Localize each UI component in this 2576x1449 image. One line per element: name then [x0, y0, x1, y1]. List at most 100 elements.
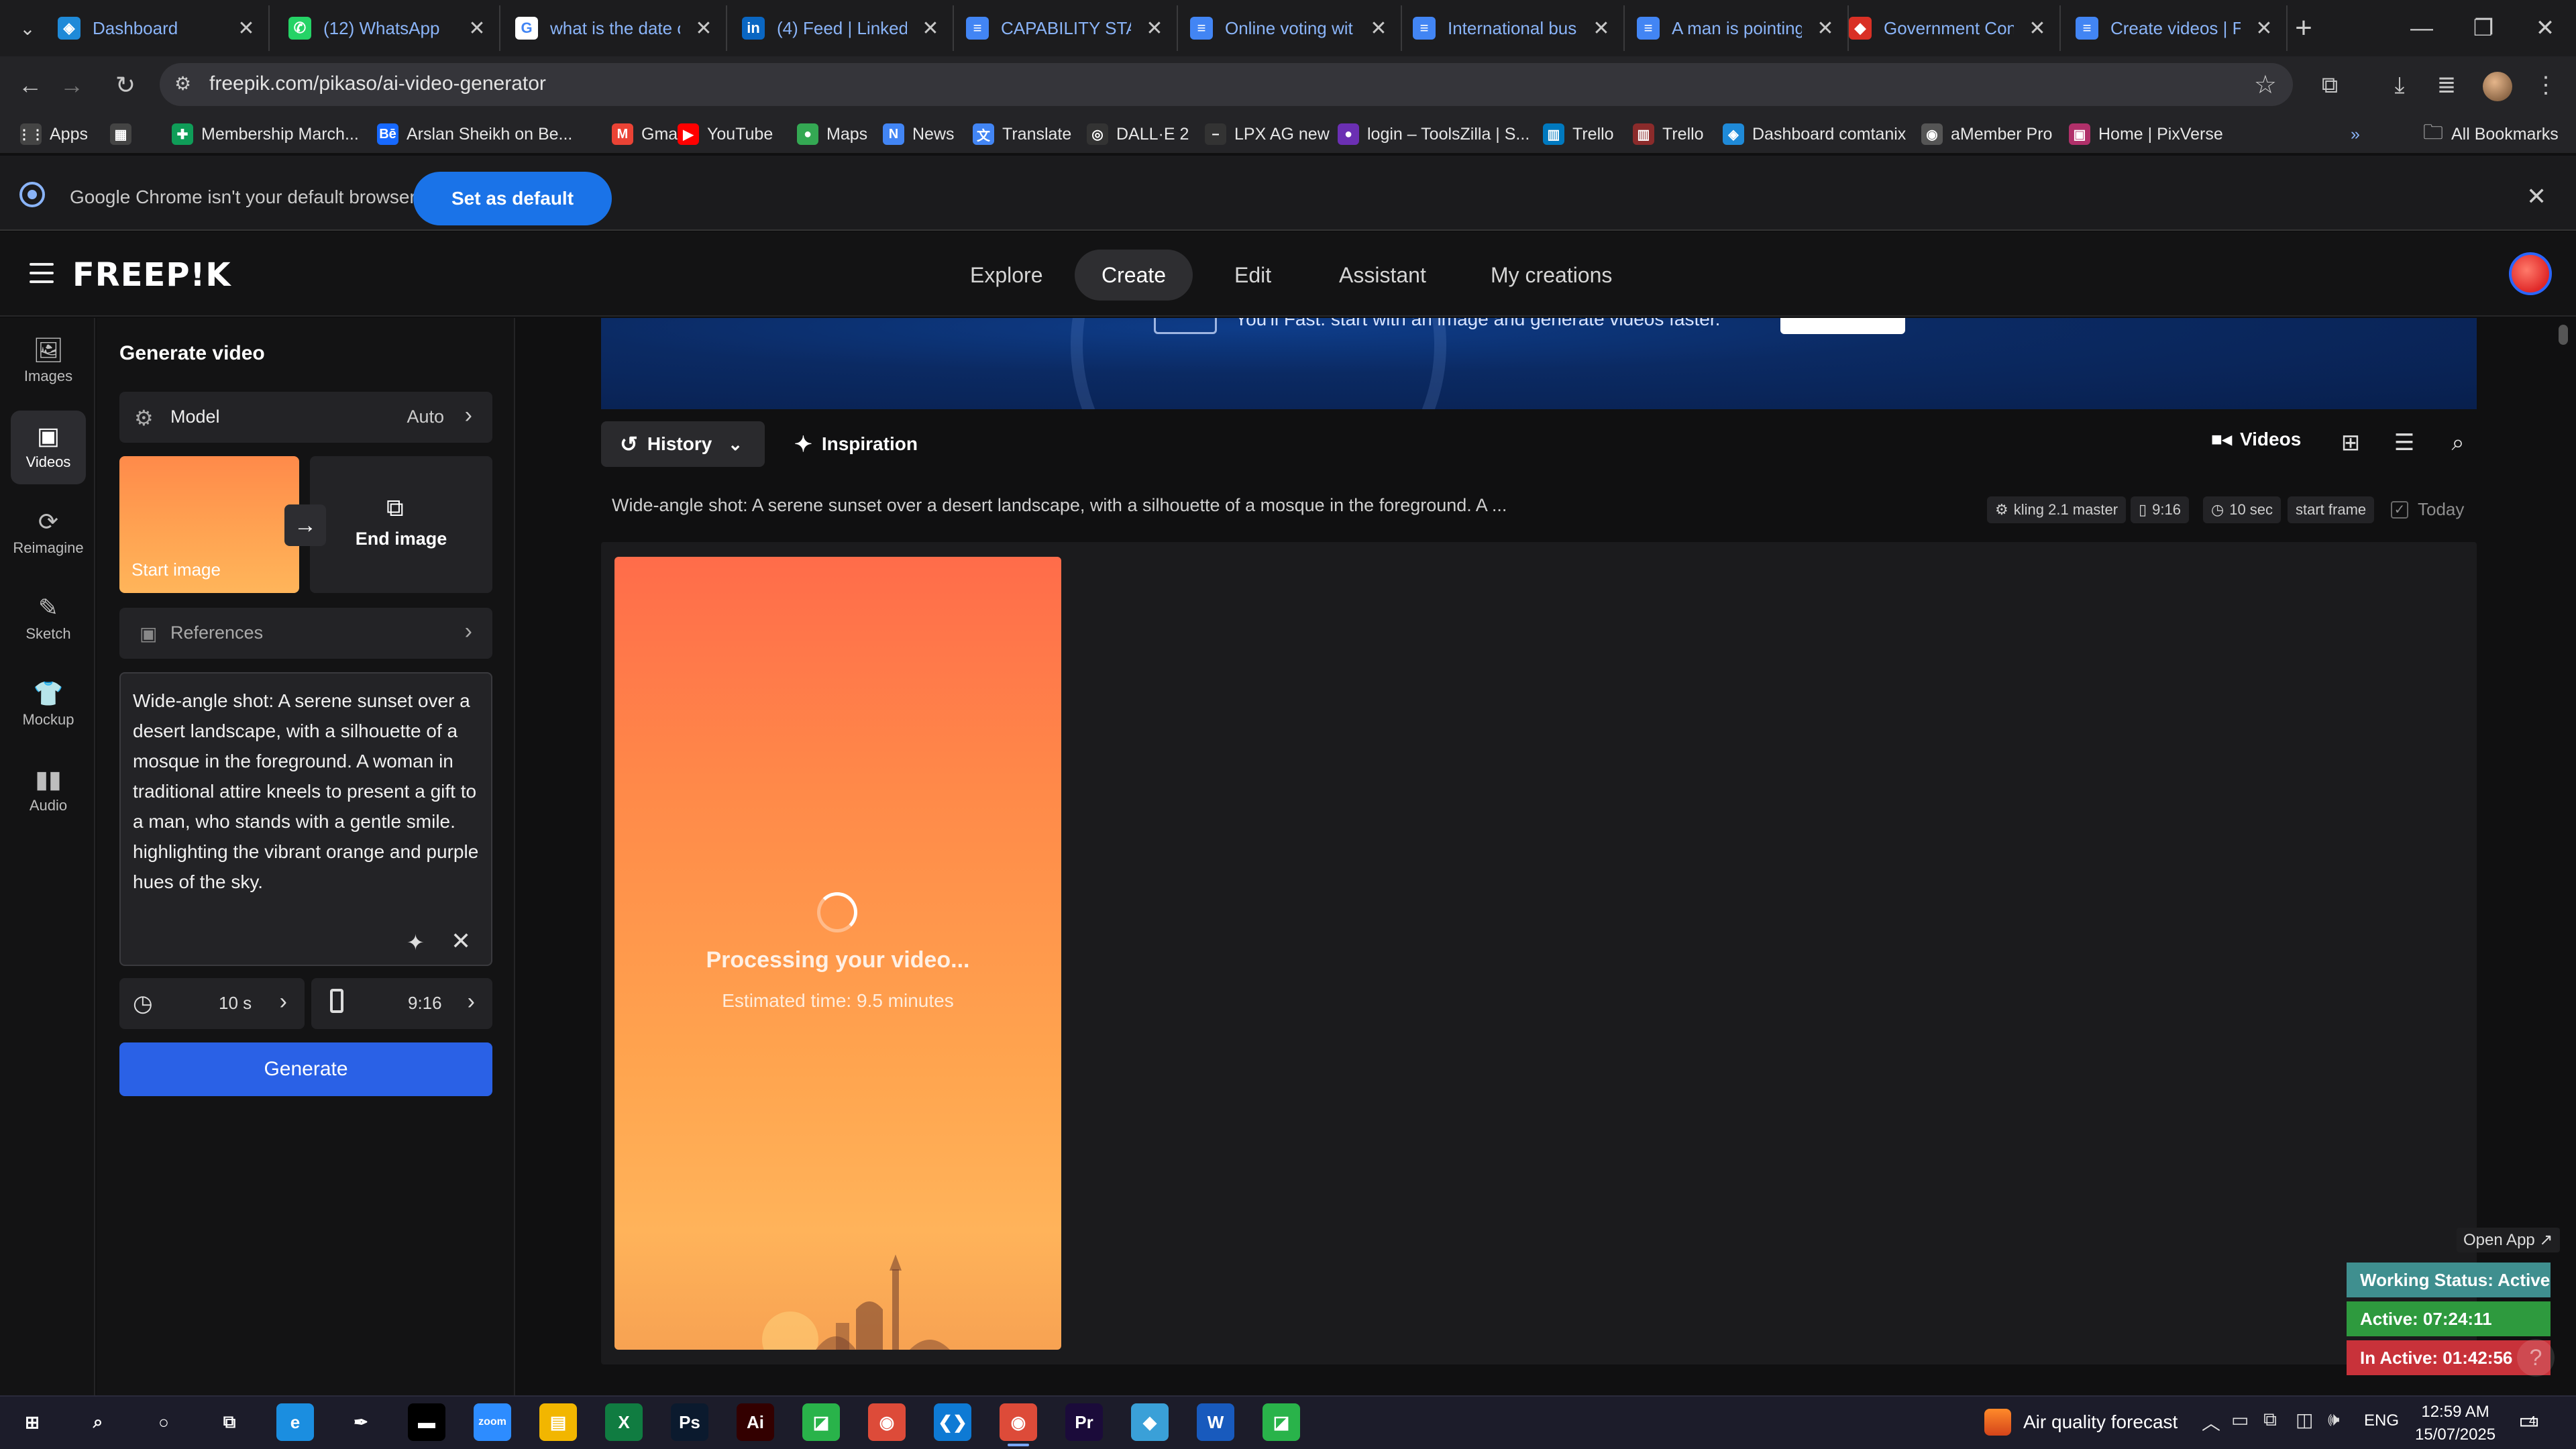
- grid-view-icon[interactable]: ⊞: [2334, 427, 2367, 459]
- bookmark-item[interactable]: M Gmail: [612, 122, 685, 146]
- browser-tab[interactable]: in (4) Feed | LinkedIn ✕: [731, 5, 954, 51]
- close-tab-icon[interactable]: ✕: [235, 17, 258, 40]
- restore-button[interactable]: ❐: [2453, 0, 2514, 56]
- close-tab-icon[interactable]: ✕: [1590, 17, 1613, 40]
- reload-button[interactable]: ↻: [109, 68, 142, 102]
- prompt-textarea[interactable]: Wide-angle shot: A serene sunset over a …: [119, 672, 492, 966]
- bookmark-item[interactable]: ✚ Membership March...: [172, 122, 359, 146]
- nav-my-creations[interactable]: My creations: [1464, 250, 1639, 301]
- close-tab-icon[interactable]: ✕: [692, 17, 715, 40]
- bookmarks-overflow-icon[interactable]: »: [2351, 122, 2360, 146]
- profile-avatar[interactable]: [2481, 68, 2514, 102]
- bookmark-item[interactable]: ● login – ToolsZilla | S...: [1338, 122, 1529, 146]
- open-app-link[interactable]: Open App ↗: [2457, 1228, 2560, 1252]
- bookmark-item[interactable]: ▶ YouTube: [678, 122, 773, 146]
- inspiration-tab[interactable]: ✦ Inspiration: [794, 421, 918, 467]
- browser-tab[interactable]: ◈ Dashboard ✕: [47, 5, 270, 51]
- close-tab-icon[interactable]: ✕: [1367, 17, 1390, 40]
- forward-button[interactable]: →: [55, 68, 89, 102]
- close-tab-icon[interactable]: ✕: [1143, 17, 1166, 40]
- chrome-active-taskbar-icon[interactable]: ◉: [1000, 1403, 1037, 1446]
- bookmark-item[interactable]: ▥ Trello: [1633, 122, 1704, 146]
- vscode-taskbar-icon[interactable]: ❮❯: [934, 1403, 971, 1441]
- close-tab-icon[interactable]: ✕: [2253, 17, 2275, 40]
- tray-overflow-icon[interactable]: ︿: [2202, 1409, 2220, 1436]
- site-info-icon[interactable]: ⚙: [174, 72, 199, 97]
- close-tab-icon[interactable]: ✕: [2026, 17, 2049, 40]
- hamburger-menu-icon[interactable]: [30, 263, 54, 284]
- clock[interactable]: 12:59 AM 15/07/2025: [2415, 1401, 2496, 1446]
- close-tab-icon[interactable]: ✕: [1814, 17, 1837, 40]
- bookmark-item[interactable]: ● Maps: [797, 122, 867, 146]
- nav-assistant[interactable]: Assistant: [1312, 250, 1453, 301]
- set-as-default-button[interactable]: Set as default: [413, 172, 612, 225]
- rail-item-mockup[interactable]: 👕 Mockup: [11, 668, 86, 742]
- edge-taskbar-icon[interactable]: e: [276, 1403, 314, 1441]
- all-bookmarks[interactable]: 🗀 All Bookmarks: [2423, 121, 2559, 146]
- tab-search-dropdown-icon[interactable]: ⌄: [9, 12, 46, 44]
- task-view-taskbar-icon[interactable]: ⧉: [211, 1403, 248, 1441]
- rail-item-sketch[interactable]: ✎ Sketch: [11, 582, 86, 656]
- excel-taskbar-icon[interactable]: X: [605, 1403, 643, 1441]
- scrollbar-thumb[interactable]: [2559, 325, 2568, 345]
- infobar-close-icon[interactable]: ✕: [2526, 182, 2546, 211]
- chrome-taskbar-icon[interactable]: ◉: [868, 1403, 906, 1441]
- photoshop-taskbar-icon[interactable]: Ps: [671, 1403, 708, 1441]
- search-taskbar-icon[interactable]: ⌕: [79, 1403, 117, 1441]
- filter-sliders-icon[interactable]: ☰: [2388, 427, 2420, 459]
- browser-tab[interactable]: ≡ A man is pointing ✕: [1626, 5, 1849, 51]
- meet-now-icon[interactable]: ▭: [2231, 1409, 2249, 1431]
- search-icon[interactable]: ⌕: [2442, 427, 2474, 459]
- nav-create[interactable]: Create: [1075, 250, 1193, 301]
- nav-explore[interactable]: Explore: [943, 250, 1070, 301]
- rail-item-images[interactable]: 🖼 Images: [11, 325, 86, 398]
- word-taskbar-icon[interactable]: W: [1197, 1403, 1234, 1441]
- banner-secondary-button[interactable]: [1154, 318, 1217, 334]
- generate-button[interactable]: Generate: [119, 1042, 492, 1096]
- start-image-slot[interactable]: Start image: [119, 456, 299, 593]
- browser-tab[interactable]: ≡ CAPABILITY STATE ✕: [955, 5, 1178, 51]
- extensions-icon[interactable]: ⧉: [2313, 68, 2347, 102]
- terminal-taskbar-icon[interactable]: ▬: [408, 1403, 445, 1441]
- clear-prompt-icon[interactable]: ✕: [451, 927, 471, 955]
- chrome-menu-icon[interactable]: ⋮: [2529, 68, 2563, 102]
- bookmark-item[interactable]: ▥ Trello: [1543, 122, 1614, 146]
- illustrator-taskbar-icon[interactable]: Ai: [737, 1403, 774, 1441]
- wifi-icon[interactable]: ◫: [2296, 1409, 2313, 1431]
- green-app-2-taskbar-icon[interactable]: ◪: [1263, 1403, 1300, 1441]
- bookmark-item[interactable]: ◎ DALL·E 2: [1087, 122, 1189, 146]
- user-avatar[interactable]: [2509, 252, 2552, 295]
- language-indicator[interactable]: ENG: [2364, 1411, 2399, 1430]
- bookmark-item[interactable]: ◈ Dashboard comtanix: [1723, 122, 1906, 146]
- network-share-icon[interactable]: ⧉: [2263, 1409, 2277, 1431]
- browser-tab[interactable]: ≡ Online voting wit ✕: [1179, 5, 1402, 51]
- browser-tab[interactable]: ✆ (12) WhatsApp ✕: [278, 5, 500, 51]
- rail-item-audio[interactable]: ▮▮ Audio: [11, 754, 86, 828]
- start-taskbar-icon[interactable]: ⊞: [13, 1403, 51, 1441]
- cortana-taskbar-icon[interactable]: ○: [145, 1403, 182, 1441]
- omnibox[interactable]: ⚙ freepik.com/pikaso/ai-video-generator …: [160, 63, 2293, 106]
- new-tab-button[interactable]: +: [2285, 9, 2322, 47]
- green-app-1-taskbar-icon[interactable]: ◪: [802, 1403, 840, 1441]
- bookmark-item[interactable]: ⋮⋮ Apps: [17, 122, 88, 146]
- bookmark-item[interactable]: Bē Arslan Sheikh on Be...: [377, 122, 572, 146]
- volume-icon[interactable]: 🕪: [2328, 1409, 2340, 1431]
- magic-wand-icon[interactable]: ✦: [407, 930, 425, 955]
- reading-list-icon[interactable]: ≣: [2430, 68, 2463, 102]
- browser-tab[interactable]: ≡ Create videos | Fre ✕: [2065, 5, 2288, 51]
- bookmark-item[interactable]: ◉ aMember Pro: [1921, 122, 2052, 146]
- back-button[interactable]: ←: [13, 68, 47, 102]
- prompt-text[interactable]: Wide-angle shot: A serene sunset over a …: [133, 686, 479, 897]
- rail-item-reimagine[interactable]: ⟳ Reimagine: [11, 496, 86, 570]
- select-checkbox[interactable]: ✓: [2391, 500, 2408, 519]
- nav-edit[interactable]: Edit: [1208, 250, 1298, 301]
- references-selector[interactable]: ▣ References ›: [119, 608, 492, 659]
- close-tab-icon[interactable]: ✕: [466, 17, 488, 40]
- zoom-taskbar-icon[interactable]: zoom: [474, 1403, 511, 1441]
- freepik-logo[interactable]: FREEP!K: [72, 256, 231, 294]
- pen-tool-taskbar-icon[interactable]: ✒: [342, 1403, 380, 1441]
- weather-widget[interactable]: Air quality forecast: [1984, 1409, 2178, 1436]
- minimize-button[interactable]: —: [2391, 0, 2453, 56]
- rail-item-videos[interactable]: ▣ Videos: [11, 411, 86, 484]
- aspect-ratio-selector[interactable]: 9:16 ›: [311, 978, 492, 1029]
